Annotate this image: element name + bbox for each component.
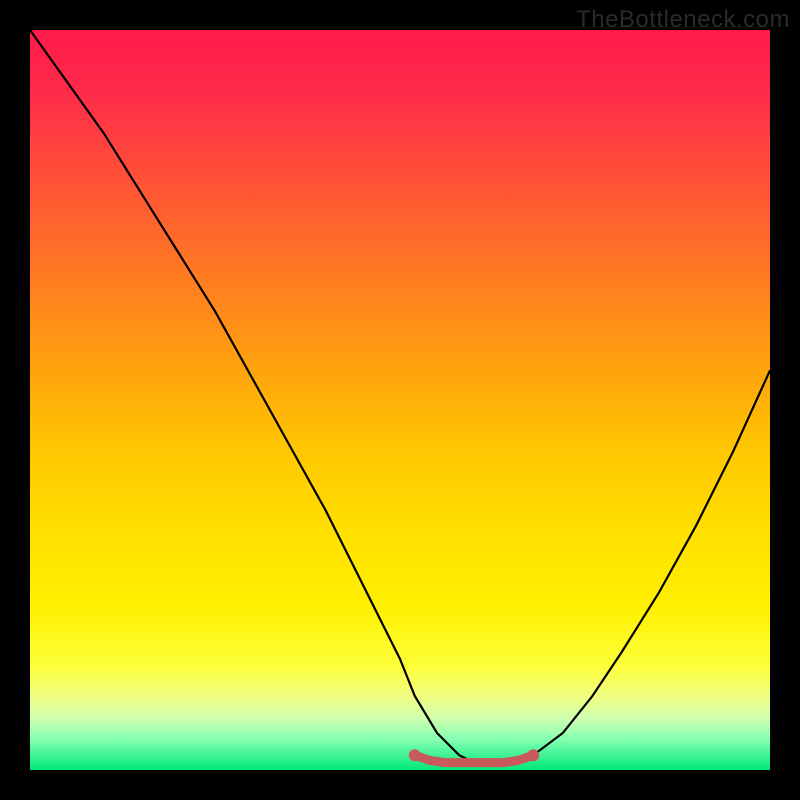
optimal-flat-marker (415, 755, 533, 762)
watermark-text: TheBottleneck.com (576, 6, 790, 34)
bottleneck-curve (30, 30, 770, 763)
chart-container: TheBottleneck.com (0, 0, 800, 800)
curve-svg (30, 30, 770, 770)
plot-area (30, 30, 770, 770)
